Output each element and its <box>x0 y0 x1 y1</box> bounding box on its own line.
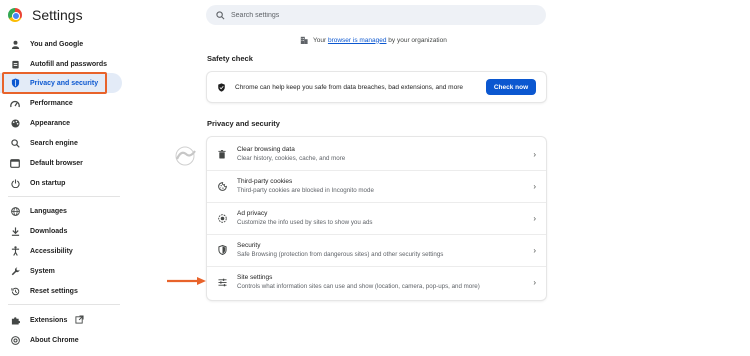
sidebar-item-performance[interactable]: Performance <box>0 93 122 113</box>
sidebar-item-label: Languages <box>30 207 67 215</box>
safety-check-card: Chrome can help keep you safe from data … <box>207 72 546 102</box>
row-title: Third-party cookies <box>237 178 293 185</box>
power-icon <box>10 178 20 188</box>
sidebar-item-search-engine[interactable]: Search engine <box>0 133 122 153</box>
sidebar-item-appearance[interactable]: Appearance <box>0 113 122 133</box>
sidebar-item-on-startup[interactable]: On startup <box>0 173 122 193</box>
history-icon <box>10 286 20 296</box>
privacy-card: Clear browsing data Clear history, cooki… <box>207 137 546 300</box>
row-title: Site settings <box>237 274 273 281</box>
row-subtitle: Third-party cookies are blocked in Incog… <box>237 187 374 194</box>
search-input[interactable] <box>231 11 511 19</box>
sidebar-item-label: Autofill and passwords <box>30 60 108 68</box>
puzzle-icon <box>10 315 20 325</box>
row-third-party-cookies[interactable]: Third-party cookies Third-party cookies … <box>207 170 546 202</box>
search-icon <box>10 138 20 148</box>
managed-link[interactable]: browser is managed <box>328 37 387 44</box>
download-icon <box>10 226 20 236</box>
chevron-right-icon: › <box>533 181 536 191</box>
browser-icon <box>10 158 20 168</box>
sidebar-item-label: You and Google <box>30 40 84 48</box>
row-subtitle: Controls what information sites can use … <box>237 283 480 290</box>
building-icon <box>300 36 308 44</box>
globe-icon <box>10 206 20 216</box>
sidebar-item-languages[interactable]: Languages <box>0 201 122 221</box>
chevron-right-icon: › <box>533 277 536 287</box>
watermark-logo-icon <box>171 146 201 168</box>
row-divider <box>207 234 546 235</box>
row-ad-privacy[interactable]: Ad privacy Customize the info used by si… <box>207 202 546 234</box>
speedometer-icon <box>10 98 20 108</box>
cookie-icon <box>217 181 227 191</box>
sidebar-item-label: Reset settings <box>30 287 78 295</box>
wrench-icon <box>10 266 20 276</box>
accessibility-icon <box>10 246 20 256</box>
managed-prefix: Your <box>313 36 327 44</box>
sidebar-item-extensions[interactable]: Extensions <box>0 310 122 330</box>
sidebar-item-autofill[interactable]: Autofill and passwords <box>0 54 122 74</box>
sidebar-item-label: On startup <box>30 179 66 187</box>
row-subtitle: Safe Browsing (protection from dangerous… <box>237 251 444 258</box>
open-external-icon <box>75 314 84 326</box>
managed-notice: Your browser is managed by your organiza… <box>300 36 447 44</box>
row-subtitle: Clear history, cookies, cache, and more <box>237 155 346 162</box>
clipboard-icon <box>10 59 20 69</box>
row-security[interactable]: Security Safe Browsing (protection from … <box>207 234 546 266</box>
safety-check-text: Chrome can help keep you safe from data … <box>235 83 463 91</box>
chrome-icon <box>10 335 20 345</box>
row-title: Clear browsing data <box>237 146 295 153</box>
row-site-settings[interactable]: Site settings Controls what information … <box>207 266 546 298</box>
sidebar-item-label: Performance <box>30 99 73 107</box>
row-divider <box>207 170 546 171</box>
sidebar-item-label: Extensions <box>30 316 68 324</box>
ad-privacy-icon <box>217 213 227 223</box>
trash-icon <box>217 149 227 159</box>
sidebar-item-label: About Chrome <box>30 336 79 344</box>
sidebar-item-you-and-google[interactable]: You and Google <box>0 34 122 54</box>
sidebar-item-system[interactable]: System <box>0 261 122 281</box>
palette-icon <box>10 118 20 128</box>
search-icon <box>216 10 225 19</box>
row-subtitle: Customize the info used by sites to show… <box>237 219 373 226</box>
row-clear-browsing-data[interactable]: Clear browsing data Clear history, cooki… <box>207 138 546 170</box>
safety-check-title: Safety check <box>207 54 253 63</box>
sidebar-divider <box>8 196 120 197</box>
sidebar-item-label: Accessibility <box>30 247 73 255</box>
privacy-section-title: Privacy and security <box>207 119 280 128</box>
sidebar-item-label: Appearance <box>30 119 71 127</box>
row-title: Security <box>237 242 261 249</box>
search-bar[interactable] <box>206 5 546 25</box>
sidebar-item-label: Search engine <box>30 139 78 147</box>
row-divider <box>207 266 546 267</box>
managed-suffix: by your organization <box>388 36 447 44</box>
sidebar-item-accessibility[interactable]: Accessibility <box>0 241 122 261</box>
sidebar-item-label: System <box>30 267 55 275</box>
sidebar-item-about-chrome[interactable]: About Chrome <box>0 330 122 350</box>
shield-icon <box>217 245 227 255</box>
sidebar-divider <box>8 304 120 305</box>
chevron-right-icon: › <box>533 245 536 255</box>
row-divider <box>207 202 546 203</box>
chevron-right-icon: › <box>533 213 536 223</box>
shield-check-icon <box>218 82 225 92</box>
annotation-arrow-icon <box>167 277 206 285</box>
row-title: Ad privacy <box>237 210 268 217</box>
sidebar-item-label: Default browser <box>30 159 83 167</box>
chrome-logo-icon <box>8 8 22 22</box>
highlight-box <box>2 72 107 94</box>
sidebar-item-downloads[interactable]: Downloads <box>0 221 122 241</box>
check-now-button[interactable]: Check now <box>486 79 536 95</box>
sidebar-item-reset-settings[interactable]: Reset settings <box>0 281 122 301</box>
page-title: Settings <box>32 7 83 23</box>
sliders-icon <box>217 277 227 287</box>
sidebar-item-label: Downloads <box>30 227 68 235</box>
person-icon <box>10 39 20 49</box>
sidebar-item-default-browser[interactable]: Default browser <box>0 153 122 173</box>
chevron-right-icon: › <box>533 149 536 159</box>
